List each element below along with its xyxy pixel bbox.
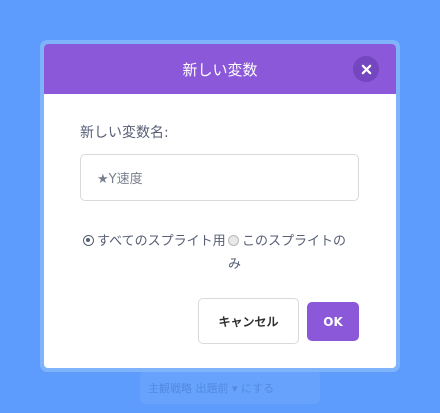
new-variable-dialog: 新しい変数 新しい変数名: すべてのスプライト用 このスプライトのみ キャンセル… [44, 44, 396, 368]
close-button[interactable] [353, 56, 379, 82]
radio-selected-icon[interactable] [83, 235, 94, 246]
close-icon [361, 64, 371, 74]
variable-name-label: 新しい変数名: [80, 125, 169, 141]
cancel-button[interactable]: キャンセル [198, 298, 299, 344]
radio-all-sprites[interactable]: すべてのスプライト用 [83, 230, 231, 253]
radio-this-sprite-only[interactable]: このスプライトのみ [228, 230, 358, 276]
variable-name-input[interactable] [80, 154, 359, 201]
background-block-text: 主観戦略 出題前 ▾ にする [148, 382, 275, 395]
dialog-title: 新しい変数 [182, 60, 258, 79]
radio-unselected-icon[interactable] [228, 235, 239, 246]
radio-all-sprites-label: すべてのスプライト用 [97, 234, 226, 249]
radio-this-sprite-label: このスプライトのみ [228, 234, 347, 272]
dialog-header: 新しい変数 [44, 44, 396, 94]
ok-button[interactable]: OK [307, 302, 359, 341]
